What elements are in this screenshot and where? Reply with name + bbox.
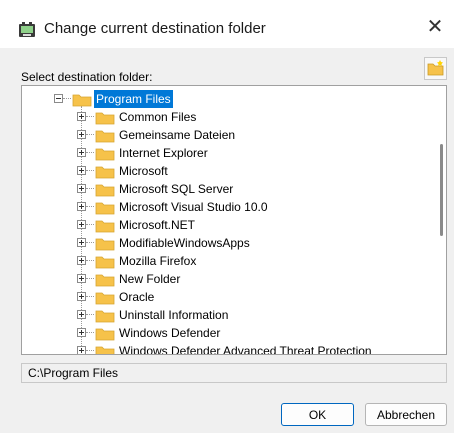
- folder-icon: [95, 292, 115, 305]
- folder-icon: [95, 184, 115, 197]
- folder-tree[interactable]: Program Files Common Files Gemeinsame Da…: [21, 85, 447, 355]
- folder-open-icon: [72, 94, 92, 107]
- selected-path-field[interactable]: C:\Program Files: [21, 363, 447, 383]
- tree-item[interactable]: New Folder: [77, 270, 437, 288]
- tree-item[interactable]: Windows Defender Advanced Threat Protect…: [77, 342, 437, 355]
- expand-icon[interactable]: [77, 292, 86, 301]
- tree-item[interactable]: Microsoft Visual Studio 10.0: [77, 198, 437, 216]
- new-folder-button[interactable]: [424, 57, 447, 80]
- tree-item[interactable]: Windows Defender: [77, 324, 437, 342]
- expand-icon[interactable]: [77, 328, 86, 337]
- tree-item-label: Program Files: [94, 90, 173, 108]
- expand-icon[interactable]: [77, 256, 86, 265]
- expand-icon[interactable]: [77, 184, 86, 193]
- folder-icon: [95, 346, 115, 354]
- tree-item-label: Common Files: [119, 110, 197, 124]
- new-folder-icon: [427, 60, 444, 76]
- close-icon: ✕: [426, 15, 444, 38]
- folder-icon: [95, 202, 115, 215]
- expand-icon[interactable]: [77, 346, 86, 354]
- tree-item-label: Microsoft SQL Server: [119, 182, 234, 196]
- expand-icon[interactable]: [77, 130, 86, 139]
- tree-item[interactable]: Gemeinsame Dateien: [77, 126, 437, 144]
- window-title: Change current destination folder: [44, 20, 266, 37]
- title-bar: Change current destination folder ✕: [0, 0, 454, 48]
- tree-item-label: Oracle: [119, 290, 155, 304]
- tree-item-label: Microsoft.NET: [119, 218, 196, 232]
- close-button[interactable]: ✕: [416, 8, 454, 44]
- tree-item[interactable]: Mozilla Firefox: [77, 252, 437, 270]
- folder-icon: [95, 238, 115, 251]
- tree-item[interactable]: Uninstall Information: [77, 306, 437, 324]
- tree-item-label: Windows Defender Advanced Threat Protect…: [119, 344, 372, 355]
- tree-item-label: Internet Explorer: [119, 146, 208, 160]
- folder-icon: [95, 220, 115, 233]
- tree-item-label: ModifiableWindowsApps: [119, 236, 250, 250]
- expand-icon[interactable]: [77, 310, 86, 319]
- folder-icon: [95, 112, 115, 125]
- tree-item[interactable]: Internet Explorer: [77, 144, 437, 162]
- folder-icon: [95, 328, 115, 341]
- tree-item[interactable]: ModifiableWindowsApps: [77, 234, 437, 252]
- folder-icon: [95, 274, 115, 287]
- tree-item-label: Windows Defender: [119, 326, 221, 340]
- expand-icon[interactable]: [77, 220, 86, 229]
- tree-item[interactable]: Microsoft SQL Server: [77, 180, 437, 198]
- expand-icon[interactable]: [77, 202, 86, 211]
- folder-icon: [95, 130, 115, 143]
- tree-item-label: Mozilla Firefox: [119, 254, 197, 268]
- expand-icon[interactable]: [77, 238, 86, 247]
- expand-icon[interactable]: [77, 148, 86, 157]
- cancel-button[interactable]: Abbrechen: [365, 403, 447, 426]
- tree-item-label: Uninstall Information: [119, 308, 229, 322]
- tree-item-label: New Folder: [119, 272, 181, 286]
- tree-item[interactable]: Common Files: [77, 108, 437, 126]
- tree-item-label: Gemeinsame Dateien: [119, 128, 236, 142]
- folder-icon: [95, 166, 115, 179]
- tree-item[interactable]: Oracle: [77, 288, 437, 306]
- collapse-icon[interactable]: [54, 94, 63, 103]
- app-icon: [19, 22, 35, 37]
- folder-icon: [95, 256, 115, 269]
- expand-icon[interactable]: [77, 166, 86, 175]
- ok-button[interactable]: OK: [281, 403, 354, 426]
- expand-icon[interactable]: [77, 274, 86, 283]
- tree-item-label: Microsoft Visual Studio 10.0: [119, 200, 268, 214]
- select-folder-label: Select destination folder:: [21, 70, 153, 84]
- tree-item[interactable]: Microsoft: [77, 162, 437, 180]
- folder-icon: [95, 148, 115, 161]
- tree-item[interactable]: Microsoft.NET: [77, 216, 437, 234]
- expand-icon[interactable]: [77, 112, 86, 121]
- tree-item-program-files[interactable]: Program Files: [54, 90, 254, 108]
- vertical-scrollbar[interactable]: [437, 87, 445, 353]
- scrollbar-thumb[interactable]: [440, 144, 443, 236]
- tree-item-label: Microsoft: [119, 164, 168, 178]
- folder-icon: [95, 310, 115, 323]
